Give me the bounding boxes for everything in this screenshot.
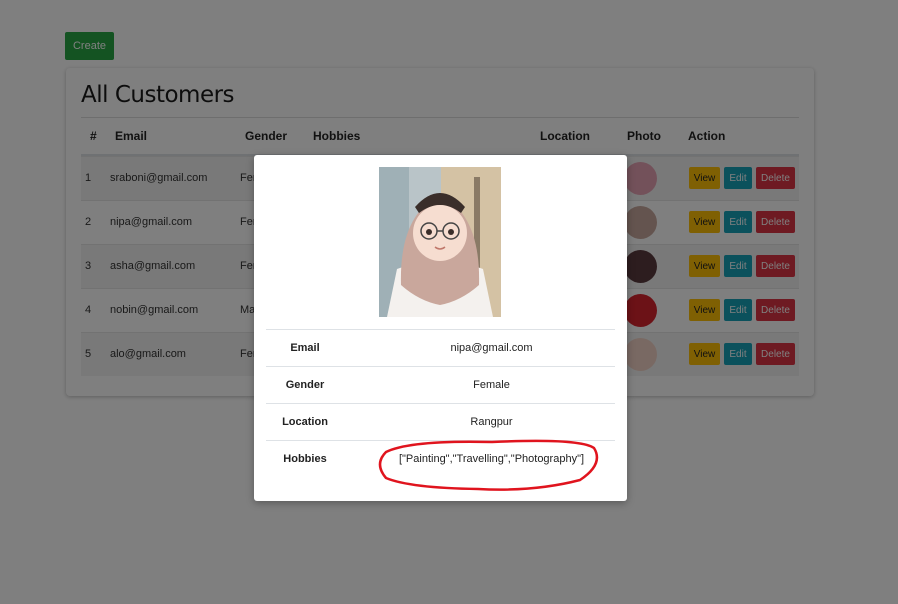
detail-row-hobbies: Hobbies ["Painting","Travelling","Photog… <box>266 439 615 491</box>
customer-photo <box>379 167 501 317</box>
red-annotation-circle <box>378 439 599 491</box>
detail-row-email: Email nipa@gmail.com <box>266 329 615 367</box>
location-value: Rangpur <box>470 416 513 428</box>
email-value: nipa@gmail.com <box>450 342 533 354</box>
gender-label: Gender <box>285 379 325 391</box>
customer-detail-modal: Email nipa@gmail.com Gender Female Locat… <box>254 155 627 501</box>
gender-value: Female <box>473 379 510 391</box>
hobbies-label: Hobbies <box>283 453 327 465</box>
email-label: Email <box>290 342 320 354</box>
detail-row-gender: Gender Female <box>266 366 615 404</box>
location-label: Location <box>282 416 328 428</box>
